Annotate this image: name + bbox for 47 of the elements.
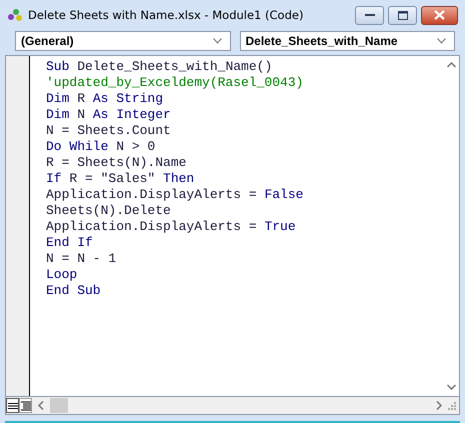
- code-token: Do While: [46, 139, 110, 154]
- indented-lines-icon: [20, 400, 30, 410]
- code-token: N > 0: [116, 139, 156, 154]
- maximize-icon: [398, 10, 408, 20]
- code-token: Delete_Sheets_with_Name(): [77, 59, 272, 74]
- window-title: Delete Sheets with Name.xlsx - Module1 (Code): [28, 8, 304, 22]
- code-token: N: [77, 107, 86, 122]
- code-token: Application.DisplayAlerts =: [46, 187, 258, 202]
- code-token: R = Sheets(N).Name: [46, 155, 186, 170]
- code-token: Dim: [46, 107, 70, 122]
- code-token: R = "Sales": [69, 171, 156, 186]
- procedure-dropdown[interactable]: Delete_Sheets_with_Name: [240, 31, 455, 51]
- minimize-button[interactable]: [355, 6, 384, 24]
- code-token: As Integer: [92, 107, 171, 122]
- code-token: Loop: [46, 267, 78, 282]
- code-token: If: [46, 171, 63, 186]
- code-token: End Sub: [46, 283, 101, 298]
- code-token: N = Sheets.Count: [46, 123, 171, 138]
- code-token: True: [264, 219, 296, 234]
- chevron-icon: [212, 38, 222, 44]
- code-token: End If: [46, 235, 93, 250]
- scroll-down-icon: [447, 384, 456, 390]
- code-token: Dim: [46, 91, 70, 106]
- scroll-up-icon: [447, 62, 456, 68]
- lines-icon: [8, 402, 18, 410]
- code-token: Sub: [46, 59, 70, 74]
- close-button[interactable]: [421, 6, 458, 24]
- code-token: As String: [92, 91, 164, 106]
- vba-project-icon: [7, 7, 23, 23]
- code-token: Then: [163, 171, 194, 186]
- full-module-view-button[interactable]: [19, 398, 32, 413]
- procedure-view-button[interactable]: [6, 398, 19, 413]
- minimize-icon: [364, 13, 374, 17]
- scroll-thumb[interactable]: [50, 398, 68, 413]
- code-token: Application.DisplayAlerts =: [46, 219, 258, 234]
- scroll-right-icon: [436, 401, 442, 410]
- close-icon: [434, 10, 445, 20]
- code-token: False: [264, 187, 304, 202]
- chevron-icon: [437, 38, 446, 44]
- object-dropdown[interactable]: (General): [15, 31, 230, 51]
- scroll-left-icon: [38, 401, 44, 410]
- maximize-button[interactable]: [388, 6, 417, 24]
- code-token: 'updated_by_Exceldemy(Rasel_0043): [46, 75, 304, 90]
- code-token: Sheets(N).Delete: [46, 203, 171, 218]
- code-token: R: [77, 91, 86, 106]
- resize-grip-icon[interactable]: [448, 402, 456, 410]
- code-token: N = N - 1: [46, 251, 116, 266]
